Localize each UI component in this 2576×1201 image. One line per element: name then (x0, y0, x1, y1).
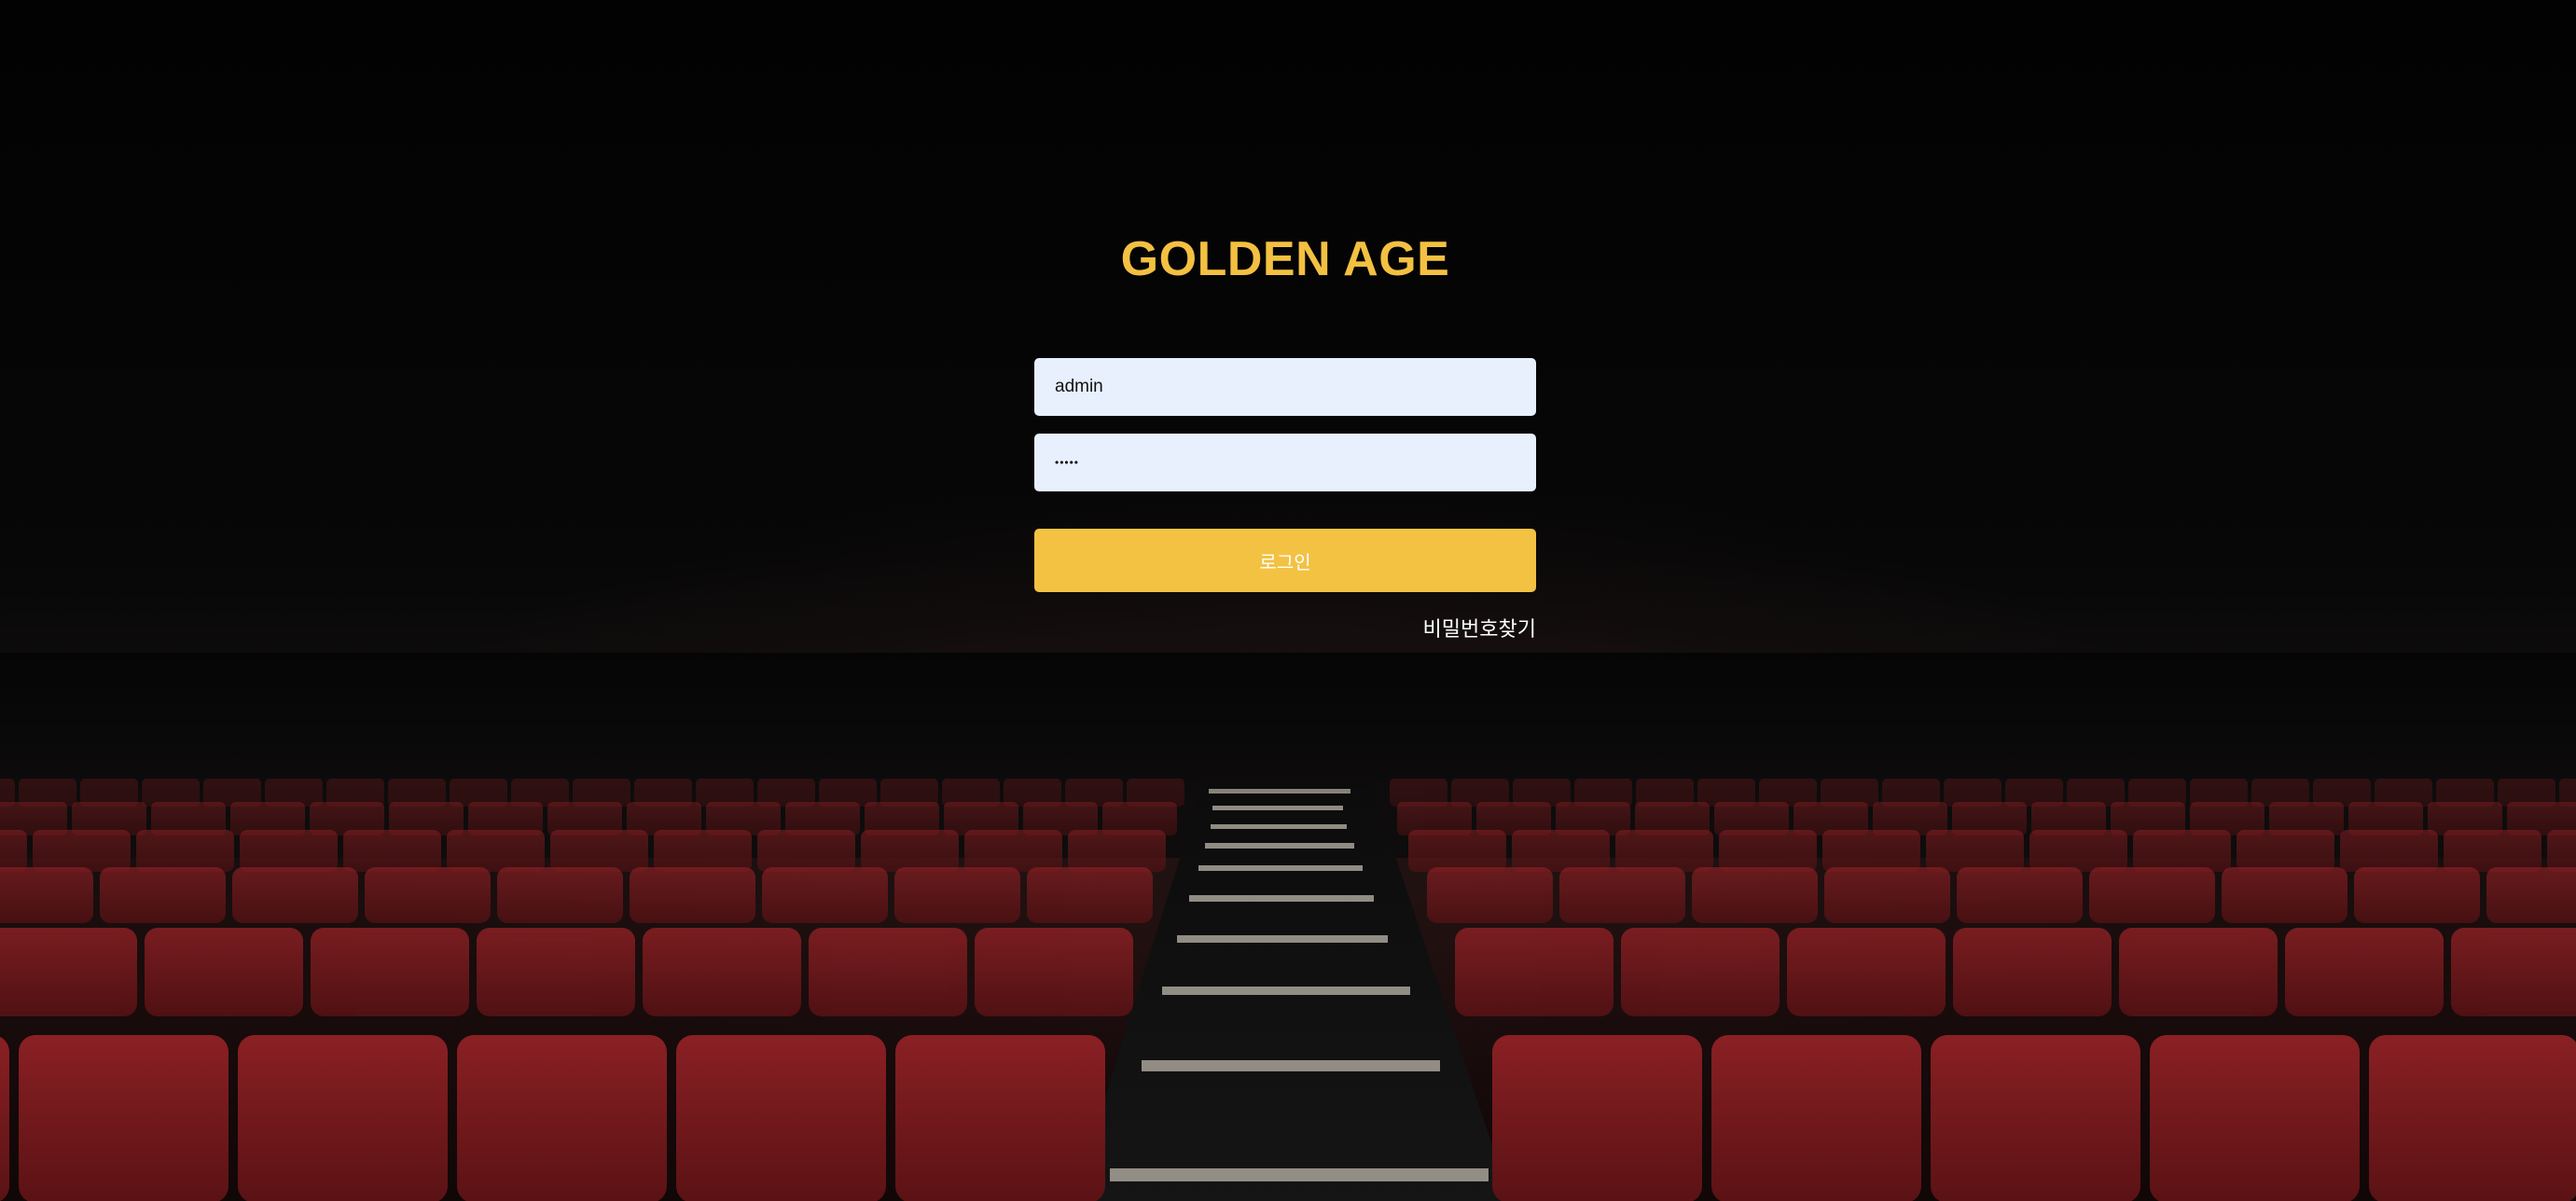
brand-title: GOLDEN AGE (1120, 232, 1450, 286)
login-page: GOLDEN AGE 로그인 비밀번호찾기 (0, 0, 2576, 1201)
password-input[interactable] (1034, 434, 1536, 491)
username-input[interactable] (1034, 358, 1536, 416)
login-panel: GOLDEN AGE 로그인 비밀번호찾기 (1034, 231, 1536, 642)
find-password-link[interactable]: 비밀번호찾기 (1034, 618, 1536, 642)
login-button[interactable]: 로그인 (1034, 529, 1536, 592)
